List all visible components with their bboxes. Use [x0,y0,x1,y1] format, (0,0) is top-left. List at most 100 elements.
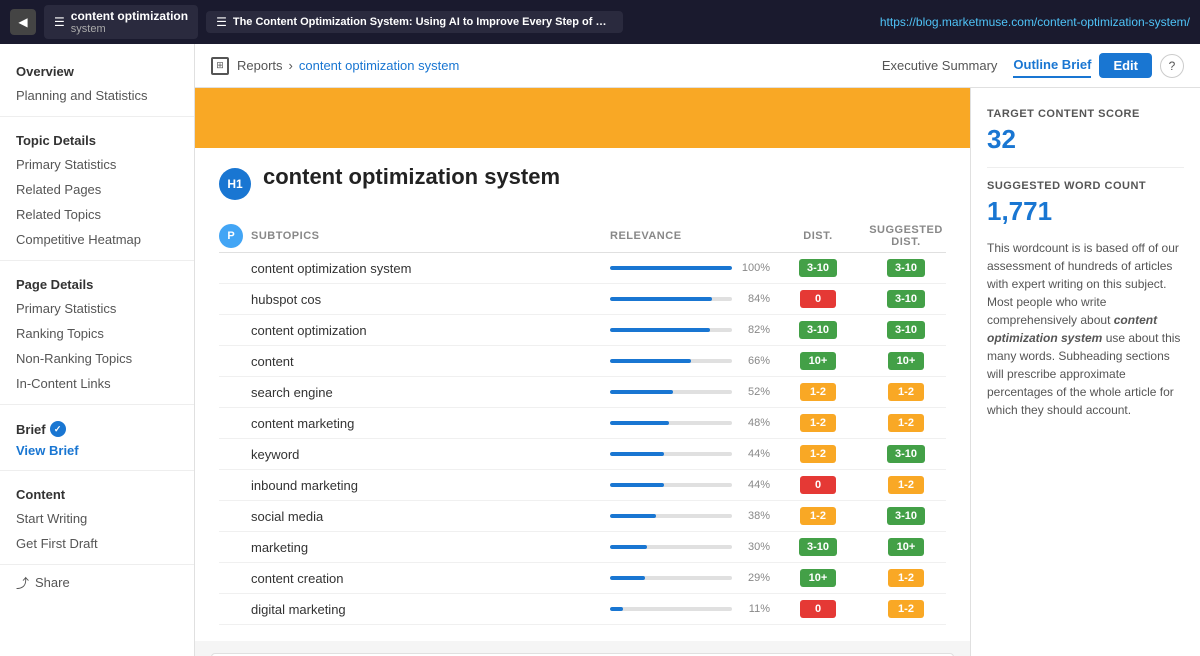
table-row[interactable]: keyword 44% 1-2 3-10 [219,439,946,470]
dist-badge: 10+ [778,569,858,587]
sidebar-item-primary-stats-1[interactable]: Primary Statistics [0,152,194,177]
suggested-badge: 1-2 [866,383,946,401]
relevance-bar-fill [610,514,656,518]
relevance-bar-fill [610,297,712,301]
relevance-bar: 100% [610,262,770,274]
dist-badge: 10+ [778,352,858,370]
suggested-value: 10+ [888,352,924,370]
tab1-title-block: content optimization system [71,9,188,35]
sidebar-brief-group: Brief ✓ View Brief [0,413,194,462]
sidebar-item-non-ranking-topics[interactable]: Non-Ranking Topics [0,346,194,371]
relevance-bar-bg [610,607,732,611]
table-row[interactable]: content optimization 82% 3-10 3-10 [219,315,946,346]
table-row[interactable]: search engine 52% 1-2 1-2 [219,377,946,408]
suggested-value: 1-2 [888,383,924,401]
sidebar-content-title: Content [0,479,194,506]
breadcrumb-sep: › [289,58,293,73]
reports-label[interactable]: Reports [237,58,283,73]
relevance-bar-fill [610,545,647,549]
suggested-badge: 3-10 [866,445,946,463]
app-layout: Overview Planning and Statistics Topic D… [0,44,1200,656]
h1-badge: H1 [219,168,251,200]
sidebar-item-start-writing[interactable]: Start Writing [0,506,194,531]
dist-value: 3-10 [799,321,837,339]
target-score-label: TARGET CONTENT SCORE [987,108,1184,120]
dist-badge: 3-10 [778,321,858,339]
tab-outline-brief[interactable]: Outline Brief [1013,53,1091,78]
table-row[interactable]: social media 38% 1-2 3-10 [219,501,946,532]
relevance-bar: 30% [610,541,770,553]
sidebar-item-ranking-topics[interactable]: Ranking Topics [0,321,194,346]
p-badge: P [219,224,243,248]
dist-value: 10+ [800,569,836,587]
sidebar-item-related-pages[interactable]: Related Pages [0,177,194,202]
sidebar-share-button[interactable]: ⤴ Share [0,564,194,600]
yellow-banner-wrap [195,88,970,148]
relevance-bar-bg [610,266,732,270]
dist-value: 1-2 [800,383,836,401]
sidebar-item-competitive-heatmap[interactable]: Competitive Heatmap [0,227,194,252]
url-display[interactable]: https://blog.marketmuse.com/content-opti… [880,15,1190,29]
relevance-pct: 100% [738,262,770,274]
tab1[interactable]: ☰ content optimization system [44,5,198,39]
tab1-sub-title: system [71,23,188,35]
table-row[interactable]: content marketing 48% 1-2 1-2 [219,408,946,439]
suggested-badge: 3-10 [866,507,946,525]
sidebar-item-planning[interactable]: Planning and Statistics [0,83,194,108]
back-button[interactable]: ◀ [10,9,36,35]
sidebar-item-primary-stats-2[interactable]: Primary Statistics [0,296,194,321]
relevance-bar-bg [610,328,732,332]
sidebar-item-related-topics[interactable]: Related Topics [0,202,194,227]
tab1-icon: ☰ [54,15,65,29]
col-dist-header: DIST. [778,230,858,242]
sidebar-page-details-group: Page Details Primary Statistics Ranking … [0,269,194,396]
top-bar: ◀ ☰ content optimization system ☰ The Co… [0,0,1200,44]
suggested-value: 3-10 [887,507,925,525]
table-row[interactable]: content optimization system 100% 3-10 3-… [219,253,946,284]
relevance-bar: 29% [610,572,770,584]
suggested-badge: 3-10 [866,259,946,277]
word-count-label: SUGGESTED WORD COUNT [987,180,1184,192]
table-row[interactable]: marketing 30% 3-10 10+ [219,532,946,563]
topic-name: digital marketing [219,602,602,617]
edit-button[interactable]: Edit [1099,53,1152,78]
article-title[interactable]: content optimization system [263,164,946,190]
back-icon: ◀ [18,15,27,29]
table-row[interactable]: inbound marketing 44% 0 1-2 [219,470,946,501]
sidebar-item-in-content-links[interactable]: In-Content Links [0,371,194,396]
table-row[interactable]: content creation 29% 10+ 1-2 [219,563,946,594]
article-panel: H1 content optimization system P SUBTOPI… [195,88,970,656]
topic-name: content creation [219,571,602,586]
tab-executive-summary[interactable]: Executive Summary [882,54,998,77]
breadcrumb: Reports › content optimization system [237,58,459,73]
relevance-bar-bg [610,483,732,487]
dist-value: 1-2 [800,507,836,525]
tab2[interactable]: ☰ The Content Optimization System: Using… [206,11,623,33]
relevance-pct: 11% [738,603,770,615]
suggested-value: 1-2 [888,414,924,432]
relevance-bar-fill [610,421,669,425]
relevance-bar-bg [610,514,732,518]
topic-name: hubspot cos [219,292,602,307]
stat-divider-1 [987,167,1184,168]
suggested-badge: 10+ [866,538,946,556]
relevance-pct: 48% [738,417,770,429]
table-row[interactable]: hubspot cos 84% 0 3-10 [219,284,946,315]
tab2-title-block: The Content Optimization System: Using A… [233,16,613,28]
sidebar-topic-details-group: Topic Details Primary Statistics Related… [0,125,194,252]
relevance-bar-bg [610,297,732,301]
suggested-badge: 3-10 [866,290,946,308]
sidebar-view-brief-link[interactable]: View Brief [0,439,194,462]
topic-name: content optimization system [219,261,602,276]
header-nav: Executive Summary Outline Brief [882,53,1092,78]
content-area: H1 content optimization system P SUBTOPI… [195,88,1200,656]
header-bar: ⊞ Reports › content optimization system … [195,44,1200,88]
relevance-bar-fill [610,390,673,394]
sidebar-item-get-first-draft[interactable]: Get First Draft [0,531,194,556]
table-row[interactable]: digital marketing 11% 0 1-2 [219,594,946,625]
table-row[interactable]: content 66% 10+ 10+ [219,346,946,377]
suggested-value: 3-10 [887,259,925,277]
help-button[interactable]: ? [1160,54,1184,78]
subtopics-section: P SUBTOPICS RELEVANCE DIST. SUGGESTED DI… [195,216,970,641]
relevance-bar: 44% [610,448,770,460]
